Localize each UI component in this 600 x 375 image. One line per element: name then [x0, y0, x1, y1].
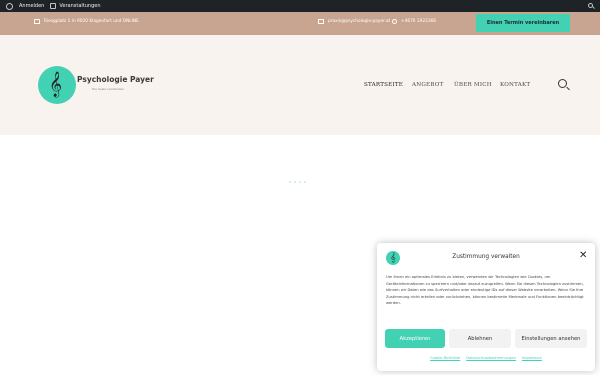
- cookie-consent-dialog: 𝄞 Zustimmung verwalten ✕ Um Ihnen ein op…: [377, 243, 595, 371]
- email-text: praxis@psychologie-payer.at: [328, 19, 391, 24]
- nav-ueber-mich[interactable]: ÜBER MICH: [454, 82, 492, 88]
- imprint-link[interactable]: Impressum: [522, 356, 542, 360]
- nav-angebot[interactable]: ANGEBOT: [412, 82, 443, 88]
- login-link[interactable]: Anmelden: [16, 0, 47, 12]
- logo-title[interactable]: Psychologie Payer: [77, 75, 154, 84]
- loader-dot: [289, 181, 291, 183]
- wordpress-icon: [6, 2, 13, 10]
- close-icon[interactable]: ✕: [579, 251, 587, 261]
- loader-dot: [294, 181, 296, 183]
- email-link[interactable]: praxis@psychologie-payer.at: [318, 19, 390, 24]
- events-link[interactable]: Veranstaltungen: [47, 0, 103, 12]
- loader-dot: [304, 181, 306, 183]
- privacy-policy-link[interactable]: Datenschutzbestimmungen: [466, 356, 516, 360]
- loading-indicator: [289, 181, 306, 183]
- treble-clef-icon: 𝄞: [49, 72, 63, 97]
- loader-dot: [299, 181, 301, 183]
- appointment-button[interactable]: Einen Termin vereinbaren: [476, 14, 570, 32]
- house-icon: [34, 19, 40, 24]
- phone-link[interactable]: +4676 1922366: [392, 19, 436, 24]
- search-icon[interactable]: [558, 79, 567, 88]
- cookie-policy-link[interactable]: Cookie-Richtlinie: [430, 356, 460, 360]
- cookie-title: Zustimmung verwalten: [452, 254, 520, 260]
- accept-button[interactable]: Akzeptieren: [385, 329, 445, 348]
- search-icon[interactable]: [588, 3, 593, 8]
- mail-icon: [318, 19, 324, 24]
- address-text: Riesgplatz 1 in 9020 Klagenfurt und ONLI…: [44, 19, 139, 24]
- phone-text: +4676 1922366: [401, 19, 437, 24]
- nav-startseite[interactable]: STARTSEITE: [364, 82, 403, 88]
- wordpress-logo-button[interactable]: [0, 0, 16, 12]
- admin-bar: Anmelden Veranstaltungen: [0, 0, 600, 12]
- info-bar: Riesgplatz 1 in 9020 Klagenfurt und ONLI…: [0, 12, 600, 35]
- site-header: 𝄞 Psychologie Payer Die Seele verstanden…: [0, 35, 600, 135]
- logo-subtitle: Die Seele verstanden: [92, 87, 125, 91]
- nav-kontakt[interactable]: KONTAKT: [500, 82, 530, 88]
- settings-button[interactable]: Einstellungen ansehen: [515, 329, 587, 348]
- deny-button[interactable]: Ablehnen: [449, 329, 511, 348]
- cookie-text: Um Ihnen ein optimales Erlebnis zu biete…: [386, 275, 584, 306]
- address: Riesgplatz 1 in 9020 Klagenfurt und ONLI…: [34, 19, 139, 24]
- phone-icon: [392, 19, 397, 24]
- login-label: Anmelden: [19, 3, 45, 9]
- calendar-icon: [50, 3, 57, 9]
- cookie-links: Cookie-Richtlinie Datenschutzbestimmunge…: [377, 356, 595, 360]
- events-label: Veranstaltungen: [59, 3, 101, 9]
